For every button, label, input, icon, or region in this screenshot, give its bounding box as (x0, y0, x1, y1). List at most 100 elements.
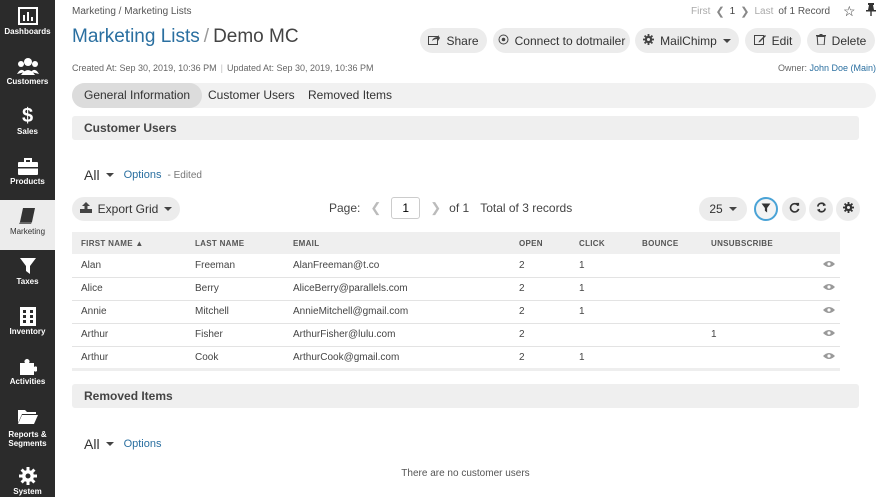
refresh-button[interactable] (782, 197, 806, 221)
options-link[interactable]: Options (124, 438, 162, 450)
column-header-bounce[interactable]: BOUNCE (633, 232, 702, 254)
cell-email: AliceBerry@parallels.com (284, 277, 510, 301)
column-header-open[interactable]: OPEN (510, 232, 570, 254)
filter-toggle-button[interactable] (754, 197, 778, 221)
cell-open: 2 (510, 346, 570, 370)
cell-first-name: Alan (72, 254, 186, 278)
star-icon[interactable]: ☆ (843, 3, 856, 20)
sidebar-item-taxes[interactable]: Taxes (0, 250, 55, 300)
table-row[interactable]: Arthur Cook ArthurCook@gmail.com 2 1 (72, 346, 840, 370)
sync-icon (816, 202, 827, 216)
sidebar-item-label: Taxes (16, 277, 39, 286)
page-input[interactable] (391, 197, 421, 219)
sidebar-item-marketing[interactable]: Marketing (0, 200, 55, 250)
page-count: of 1 (449, 201, 470, 215)
cell-email: AlanFreeman@t.co (284, 254, 510, 278)
reset-button[interactable] (809, 197, 833, 221)
eye-icon[interactable] (823, 329, 835, 340)
table-row[interactable]: Annie Mitchell AnnieMitchell@gmail.com 2 1 (72, 300, 840, 324)
cell-bounce (633, 300, 702, 324)
refresh-icon (789, 202, 800, 216)
sidebar-item-customers[interactable]: Customers (0, 50, 55, 100)
chevron-left-icon[interactable]: ❮ (370, 200, 381, 216)
pin-icon[interactable] (866, 3, 876, 19)
eye-icon[interactable] (823, 283, 835, 294)
sidebar: Dashboards Customers $ Sales Products Ma… (0, 0, 55, 497)
sidebar-item-sales[interactable]: $ Sales (0, 100, 55, 150)
trash-icon (815, 33, 826, 48)
eye-icon[interactable] (823, 352, 835, 363)
grid-pagination: Page: ❮ ❯ of 1 Total of 3 records (329, 197, 572, 219)
owner-info: Owner: John Doe (Main) (778, 63, 876, 73)
sidebar-item-inventory[interactable]: Inventory (0, 300, 55, 350)
title-section-link[interactable]: Marketing Lists (72, 26, 200, 47)
caret-down-icon (164, 207, 173, 211)
column-header-first-name[interactable]: FIRST NAME ▲ (72, 232, 186, 254)
pager-last-link[interactable]: Last (754, 6, 773, 17)
record-pager: First ❮ 1 ❯ Last of 1 Record (691, 5, 830, 18)
cell-open: 2 (510, 277, 570, 301)
owner-label: Owner: (777, 63, 807, 73)
section-tabs: General Information Customer Users Remov… (72, 83, 876, 108)
cell-last-name: Freeman (186, 254, 284, 278)
sort-asc-icon: ▲ (135, 238, 144, 248)
row-actions (800, 254, 840, 278)
eye-icon[interactable] (823, 306, 835, 317)
sidebar-item-dashboards[interactable]: Dashboards (0, 0, 55, 50)
table-row[interactable]: Alan Freeman AlanFreeman@t.co 2 1 (72, 254, 840, 278)
cell-click (570, 323, 633, 347)
table-row[interactable]: Arthur Fisher ArthurFisher@lulu.com 2 1 (72, 323, 840, 347)
cell-unsubscribe: 1 (702, 323, 800, 347)
cell-bounce (633, 277, 702, 301)
eye-icon[interactable] (823, 260, 835, 271)
cell-unsubscribe (702, 254, 800, 278)
edit-button[interactable]: Edit (745, 28, 801, 53)
caret-down-icon (722, 38, 731, 43)
page-size-select[interactable]: 25 (699, 197, 747, 221)
pager-first-link[interactable]: First (691, 6, 710, 17)
sidebar-item-activities[interactable]: Activities (0, 350, 55, 400)
grid-scrollbar[interactable] (72, 368, 840, 371)
column-header-label: FIRST NAME (81, 238, 133, 248)
page-label: Page: (329, 201, 361, 215)
row-actions (800, 300, 840, 324)
delete-button[interactable]: Delete (807, 28, 875, 53)
chevron-left-icon[interactable]: ❮ (715, 5, 724, 18)
caret-down-icon[interactable] (105, 442, 114, 446)
tab-customer-users[interactable]: Customer Users (196, 83, 307, 108)
grid-settings-button[interactable] (836, 197, 860, 221)
sidebar-item-products[interactable]: Products (0, 150, 55, 200)
empty-grid-message: There are no customer users (401, 468, 530, 479)
cell-bounce (633, 323, 702, 347)
share-button[interactable]: Share (420, 28, 487, 53)
connect-dotmailer-button[interactable]: Connect to dotmailer (493, 28, 630, 53)
sidebar-item-system[interactable]: System (0, 460, 55, 497)
options-link[interactable]: Options (124, 169, 162, 181)
cell-click: 1 (570, 277, 633, 301)
chevron-right-icon[interactable]: ❯ (740, 5, 749, 18)
inventory-icon (0, 306, 55, 326)
cell-bounce (633, 346, 702, 370)
view-select[interactable]: All (84, 167, 100, 183)
column-header-last-name[interactable]: LAST NAME (186, 232, 284, 254)
owner-link[interactable]: John Doe (Main) (809, 63, 876, 73)
sidebar-item-label: Marketing (9, 227, 46, 236)
table-row[interactable]: Alice Berry AliceBerry@parallels.com 2 1 (72, 277, 840, 301)
column-header-click[interactable]: CLICK (570, 232, 633, 254)
breadcrumb[interactable]: Marketing / Marketing Lists (72, 6, 192, 17)
mailchimp-dropdown[interactable]: MailChimp (635, 28, 739, 53)
view-select[interactable]: All (84, 436, 100, 452)
page-title: Marketing Lists / Demo MC (72, 26, 299, 48)
briefcase-icon (0, 156, 55, 176)
row-actions (800, 346, 840, 370)
export-grid-button[interactable]: Export Grid (72, 197, 180, 221)
column-header-unsubscribe[interactable]: UNSUBSCRIBE (702, 232, 800, 254)
tab-general-information[interactable]: General Information (72, 83, 203, 108)
page-size-value: 25 (709, 202, 723, 216)
chevron-right-icon[interactable]: ❯ (430, 200, 441, 216)
caret-down-icon[interactable] (105, 173, 114, 177)
sidebar-item-reports[interactable]: Reports & Segments (0, 400, 55, 452)
row-actions (800, 323, 840, 347)
tab-removed-items[interactable]: Removed Items (296, 83, 404, 108)
column-header-email[interactable]: EMAIL (284, 232, 510, 254)
